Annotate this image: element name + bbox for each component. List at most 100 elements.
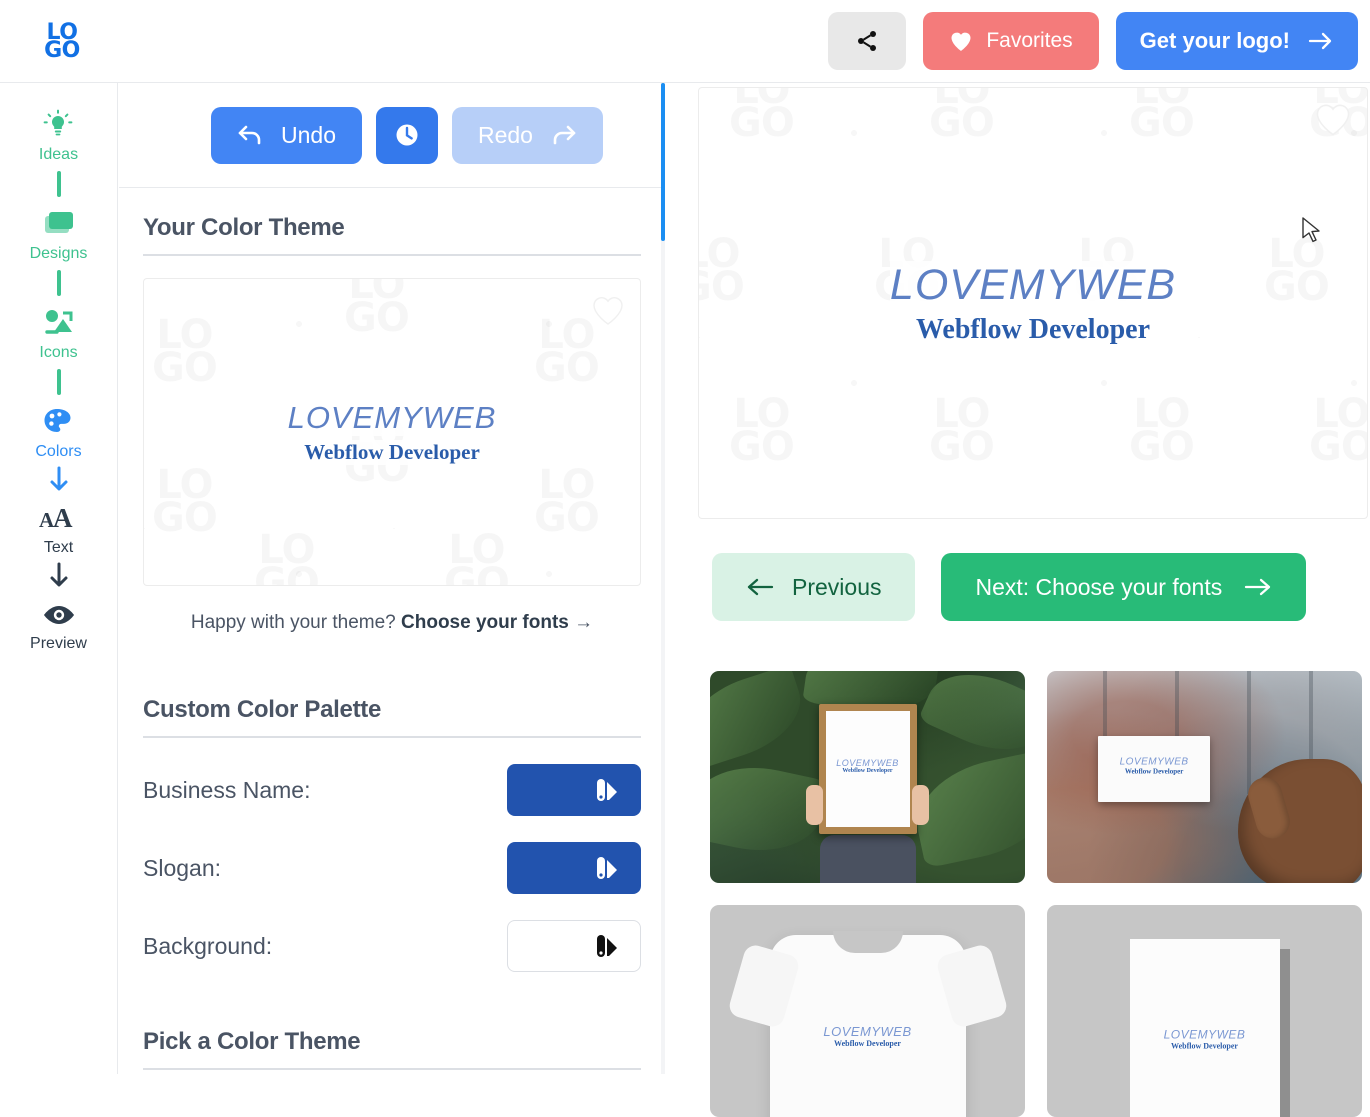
logo-business-name: LOVEMYWEB — [889, 260, 1177, 310]
sidebar-item-preview[interactable]: Preview — [30, 594, 87, 653]
theme-preview-card[interactable]: LOGO LOGO LOGO LOGO LOGO LOGO LOGO LOGO … — [143, 278, 641, 586]
palette-label: Slogan: — [143, 854, 222, 881]
sidebar-item-label: Ideas — [38, 146, 79, 163]
undo-button[interactable]: Undo — [211, 106, 362, 164]
main-logo-preview[interactable]: LOGO LOGO LOGO LOGO LOGO LOGO LOGO LOGO … — [698, 87, 1368, 519]
sidebar-item-label: Preview — [30, 635, 87, 652]
brand-line-2: GO — [44, 38, 80, 63]
logo-artwork: LOVEMYWEB Webflow Developer — [889, 260, 1177, 346]
logo-business-name: LOVEMYWEB — [836, 758, 899, 769]
logo-slogan: Webflow Developer — [287, 439, 497, 465]
redo-button[interactable]: Redo — [451, 106, 603, 164]
color-swatch-icon — [597, 935, 617, 957]
custom-palette-section: Custom Color Palette Business Name: Slog… — [119, 696, 665, 972]
logo-slogan: Webflow Developer — [889, 313, 1177, 346]
business-name-color-button[interactable] — [507, 764, 641, 816]
header-actions: Favorites Get your logo! — [828, 12, 1358, 70]
clock-icon — [396, 124, 418, 146]
left-panel-scrollbar[interactable] — [661, 83, 665, 1074]
color-swatch-icon — [597, 857, 617, 879]
image-icon — [41, 303, 77, 337]
app-header: LO GO Favorites Get your logo! — [0, 0, 1370, 83]
logo-business-name: LOVEMYWEB — [823, 1024, 912, 1040]
favorite-preview-button[interactable] — [1313, 100, 1353, 143]
person-torso — [819, 835, 916, 883]
heart-icon — [951, 32, 971, 51]
logo-artwork: LOVEMYWEB Webflow Developer — [287, 399, 497, 465]
step-arrow-icon — [48, 562, 70, 590]
sidebar-item-ideas[interactable]: Ideas — [39, 105, 78, 164]
history-toolbar: Undo Redo — [119, 83, 665, 188]
step-connector — [56, 369, 61, 395]
history-button[interactable] — [375, 106, 438, 164]
choose-fonts-hint: Happy with your theme? Choose your fonts… — [143, 612, 641, 634]
heart-outline-icon — [593, 297, 623, 325]
favorites-label: Favorites — [986, 29, 1073, 52]
logo-business-name: LOVEMYWEB — [1163, 1027, 1246, 1042]
arrow-left-icon — [747, 578, 774, 596]
next-button[interactable]: Next: Choose your fonts — [941, 553, 1307, 621]
get-logo-button[interactable]: Get your logo! — [1115, 12, 1358, 70]
hand-right — [912, 785, 929, 826]
mockup-paper-poster[interactable]: LOVEMYWEB Webflow Developer — [1047, 905, 1362, 1117]
palette-label: Background: — [143, 932, 273, 959]
logo-artwork: LOVEMYWEB Webflow Developer — [823, 1024, 911, 1048]
background-color-button[interactable] — [507, 920, 641, 972]
heart-outline-icon — [1316, 104, 1350, 136]
sidebar-item-label: Text — [43, 539, 74, 556]
undo-arrow-icon — [238, 125, 261, 145]
favorite-theme-button[interactable] — [590, 293, 626, 332]
sidebar-item-label: Icons — [39, 344, 78, 361]
scrollbar-thumb[interactable] — [661, 83, 665, 241]
hand-left — [806, 785, 823, 826]
custom-palette-title: Custom Color Palette — [143, 696, 641, 738]
step-connector — [56, 270, 61, 296]
choose-fonts-link[interactable]: Choose your fonts — [401, 612, 569, 633]
pick-theme-section: Pick a Color Theme — [119, 1028, 665, 1074]
hint-prefix: Happy with your theme? — [190, 612, 402, 633]
undo-label: Undo — [281, 121, 336, 148]
sidebar-item-designs[interactable]: Designs — [29, 204, 88, 263]
previous-button[interactable]: Previous — [712, 553, 916, 621]
redo-label: Redo — [477, 121, 533, 148]
logo-artwork: LOVEMYWEB Webflow Developer — [1164, 1027, 1246, 1050]
sidebar-item-text[interactable]: A A Text — [38, 498, 80, 557]
sidebar-item-colors[interactable]: Colors — [35, 402, 82, 461]
logo-slogan: Webflow Developer — [1171, 1041, 1238, 1051]
share-icon — [858, 31, 877, 51]
preview-panel: LOGO LOGO LOGO LOGO LOGO LOGO LOGO LOGO … — [666, 83, 1370, 1117]
palette-row-slogan: Slogan: — [143, 842, 641, 894]
pick-theme-title: Pick a Color Theme — [143, 1028, 641, 1070]
arrow-right-icon — [1308, 32, 1332, 50]
slogan-color-button[interactable] — [507, 842, 641, 894]
logo-business-name: LOVEMYWEB — [287, 399, 497, 436]
mockup-gallery: LOVEMYWEB Webflow Developer LOVEMYWEB We… — [710, 671, 1362, 1117]
palette-icon — [41, 402, 75, 436]
logo-brand[interactable]: LO GO — [38, 18, 86, 66]
palette-row-business-name: Business Name: — [143, 764, 641, 816]
logo-slogan: Webflow Developer — [1124, 767, 1184, 776]
logo-slogan: Webflow Developer — [842, 768, 893, 775]
logo-artwork: LOVEMYWEB Webflow Developer — [1120, 757, 1189, 776]
color-theme-title: Your Color Theme — [143, 214, 641, 256]
mockup-business-card-hand[interactable]: LOVEMYWEB Webflow Developer — [1047, 671, 1362, 883]
layers-icon — [40, 204, 78, 238]
editor-panel: Undo Redo Your Color Theme LOGO LOGO LOG… — [119, 83, 665, 1074]
favorites-button[interactable]: Favorites — [923, 12, 1099, 70]
mockup-framed-poster-jungle[interactable]: LOVEMYWEB Webflow Developer — [710, 671, 1025, 883]
arrow-right-icon — [1245, 578, 1271, 596]
mockup-t-shirt[interactable]: LOVEMYWEB Webflow Developer — [710, 905, 1025, 1117]
share-button[interactable] — [828, 12, 907, 70]
step-sidebar: Ideas Designs Icons Colors A A Text Prev… — [0, 83, 118, 1074]
step-connector — [56, 171, 61, 197]
previous-label: Previous — [792, 573, 882, 600]
wizard-navigation: Previous Next: Choose your fonts — [712, 553, 1354, 621]
logo-business-name: LOVEMYWEB — [1119, 756, 1189, 768]
sidebar-item-icons[interactable]: Icons — [39, 303, 78, 362]
get-logo-label: Get your logo! — [1139, 28, 1290, 53]
sidebar-item-label: Colors — [35, 443, 82, 460]
sidebar-item-label: Designs — [29, 245, 88, 262]
step-arrow-icon — [48, 466, 70, 494]
logo-slogan: Webflow Developer — [834, 1039, 901, 1049]
logo-artwork: LOVEMYWEB Webflow Developer — [836, 758, 899, 774]
